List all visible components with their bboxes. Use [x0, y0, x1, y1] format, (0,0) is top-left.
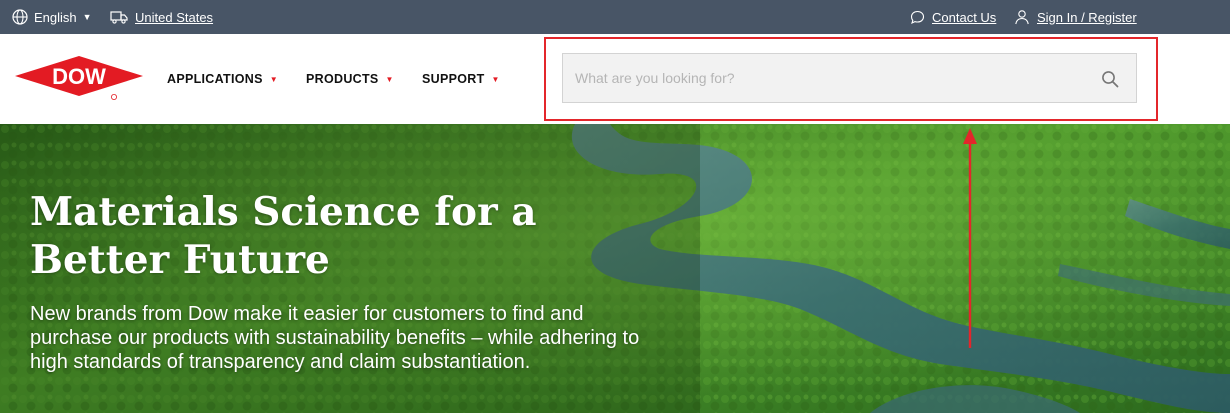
hero-title-line-2: Better Future [30, 237, 330, 283]
contact-us-link[interactable]: Contact Us [910, 0, 996, 34]
contact-us-label[interactable]: Contact Us [932, 10, 996, 25]
country-link[interactable]: United States [135, 10, 213, 25]
dow-logo[interactable]: DOW [13, 54, 145, 102]
chevron-down-icon: ▼ [491, 74, 500, 84]
nav-applications-label: APPLICATIONS [167, 72, 263, 86]
search-bar [562, 53, 1137, 103]
nav-applications[interactable]: APPLICATIONS ▼ [167, 34, 278, 124]
user-icon [1015, 10, 1029, 25]
language-label: English [34, 9, 77, 25]
chevron-down-icon: ▼ [269, 74, 278, 84]
globe-icon [12, 9, 28, 25]
utility-bar: English ▼ United States Contact Us Sign … [0, 0, 1230, 34]
hero-title-line-1: Materials Science for a [30, 189, 537, 235]
hero-description: New brands from Dow make it easier for c… [30, 303, 640, 373]
sign-in-link[interactable]: Sign In / Register [1014, 0, 1137, 34]
country-selector[interactable]: United States [110, 0, 213, 34]
logo-text: DOW [52, 64, 106, 89]
search-input[interactable] [563, 54, 1136, 102]
hero-banner: Materials Science for a Better Future Ne… [0, 124, 1230, 413]
chevron-down-icon: ▼ [385, 74, 394, 84]
search-icon[interactable] [1101, 70, 1119, 88]
hero-title: Materials Science for a Better Future [30, 188, 590, 284]
language-selector[interactable]: English ▼ [12, 0, 92, 34]
annotation-arrow-icon [963, 128, 977, 348]
main-header: DOW APPLICATIONS ▼ PRODUCTS ▼ SUPPORT ▼ [0, 34, 1230, 124]
truck-icon [110, 11, 128, 24]
nav-support-label: SUPPORT [422, 72, 485, 86]
nav-products-label: PRODUCTS [306, 72, 379, 86]
nav-support[interactable]: SUPPORT ▼ [422, 34, 500, 124]
nav-products[interactable]: PRODUCTS ▼ [306, 34, 394, 124]
chat-bubble-icon [910, 10, 925, 24]
chevron-down-icon: ▼ [82, 12, 92, 22]
sign-in-label[interactable]: Sign In / Register [1037, 10, 1137, 25]
